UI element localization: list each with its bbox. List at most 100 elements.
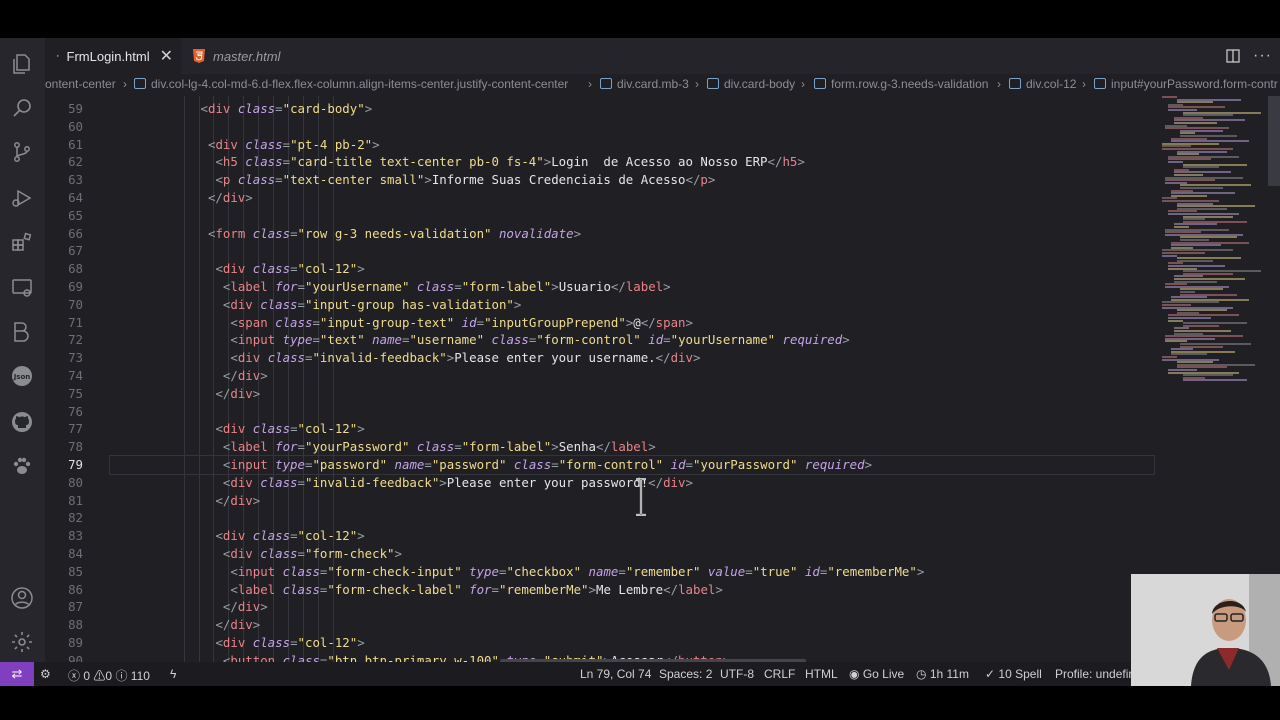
code-line[interactable]: 61 <div class="pt-4 pb-2"> [45,136,1155,154]
breadcrumb-item[interactable]: form.row.g-3.needs-validation [814,77,988,91]
go-live-button[interactable]: ◉ Go Live [849,667,904,681]
code-line[interactable]: 72 <input type="text" name="username" cla… [45,331,1155,349]
code-line[interactable]: 83 <div class="col-12"> [45,527,1155,545]
code-line[interactable]: 86 <label class="form-check-label" for="r… [45,581,1155,599]
code-line[interactable]: 62 <h5 class="card-title text-center pb-0… [45,153,1155,171]
line-number: 89 [68,635,83,650]
breadcrumb: ontent-center › div.col-lg-4.col-md-6.d-… [45,74,1280,96]
cursor-position[interactable]: Ln 79, Col 74 [580,667,651,681]
search-icon[interactable] [10,96,34,120]
warning-icon: ⚠ [93,669,106,683]
code-line[interactable]: 82 [45,509,1155,527]
code-line[interactable]: 73 <div class="invalid-feedback">Please e… [45,349,1155,367]
code-line[interactable]: 74 </div> [45,367,1155,385]
line-number: 83 [68,528,83,544]
run-debug-icon[interactable] [10,186,34,210]
tab-master[interactable]: master.html [181,38,301,74]
code-line[interactable]: 59 <div class="card-body"> [45,100,1155,118]
code-editor[interactable]: 59 <div class="card-body"> 60 61 <div class=… [45,96,1155,662]
code-line[interactable]: 78 <label for="yourPassword" class="form-… [45,438,1155,456]
line-number: 67 [68,243,83,259]
line-number: 85 [68,563,83,579]
line-number: 66 [68,225,83,241]
code-line[interactable]: 67 [45,242,1155,260]
explorer-icon[interactable] [10,52,34,76]
code-text: <div class="invalid-feedback">Please ent… [222,474,693,490]
source-control-icon[interactable] [10,140,34,164]
code-text: <div class="input-group has-validation"> [222,296,522,312]
breadcrumb-item[interactable]: div.col-lg-4.col-md-6.d-flex.flex-column… [134,77,568,91]
code-line[interactable]: 77 <div class="col-12"> [45,420,1155,438]
code-line[interactable]: 85 <input class="form-check-input" type="… [45,563,1155,581]
language-mode[interactable]: HTML [805,667,838,681]
more-actions-icon[interactable]: ··· [1253,47,1272,65]
chevron-right-icon: › [801,77,805,91]
indentation[interactable]: Spaces: 2 [659,667,712,681]
line-number: 72 [68,332,83,348]
extensions-icon[interactable] [10,230,34,254]
account-icon[interactable] [10,586,34,610]
code-line[interactable]: 80 <div class="invalid-feedback">Please e… [45,474,1155,492]
code-line[interactable]: 87 </div> [45,598,1155,616]
code-line[interactable]: 64 </div> [45,189,1155,207]
github-icon[interactable] [10,410,34,434]
code-line[interactable]: 70 <div class="input-group has-validation… [45,296,1155,314]
code-line[interactable]: 75 </div> [45,385,1155,403]
breadcrumb-item[interactable]: div.card.mb-3 [600,77,689,91]
settings-gear-icon[interactable] [10,630,34,654]
code-line[interactable]: 65 [45,207,1155,225]
error-icon: ⓧ [68,669,81,683]
minimap-line [1168,319,1183,322]
code-text: <div class="col-12"> [215,261,365,277]
code-line[interactable]: 89 <div class="col-12"> [45,634,1155,652]
chevron-right-icon: › [997,77,1001,91]
json-icon[interactable]: Json [10,364,34,388]
code-text: <input class="form-check-input" type="ch… [230,563,925,579]
close-icon[interactable]: ✕ [160,46,173,66]
sync-icon[interactable]: ⚙ [40,667,51,681]
encoding[interactable]: UTF-8 [720,667,754,681]
breadcrumb-item[interactable]: div.col-12 [1009,77,1076,91]
problems-indicator[interactable]: ⓧ 0 ⚠0 ⓘ 110 [68,667,150,684]
line-number: 88 [68,617,83,633]
paw-icon[interactable] [10,454,34,478]
time-tracker[interactable]: ◷ 1h 11m [916,667,969,681]
code-line[interactable]: 66 <form class="row g-3 needs-validation"… [45,225,1155,243]
lightning-icon[interactable]: ϟ [170,667,176,681]
code-line[interactable]: 79 <input type="password" name="password"… [45,455,1155,475]
text-cursor-icon [636,478,646,516]
breadcrumb-item[interactable]: ontent-center [45,77,116,91]
line-number: 71 [68,314,83,330]
code-text: <input type="text" name="username" class… [230,332,850,348]
code-line[interactable]: 88 </div> [45,616,1155,634]
code-line[interactable]: 71 <span class="input-group-text" id="inp… [45,314,1155,332]
code-line[interactable]: 60 [45,118,1155,136]
broadcast-icon: ◉ [849,667,860,681]
chevron-right-icon: › [123,77,127,91]
remote-explorer-icon[interactable] [10,276,34,300]
code-line[interactable]: 63 <p class="text-center small">Informe S… [45,171,1155,189]
code-line[interactable]: 68 <div class="col-12"> [45,260,1155,278]
code-line[interactable]: 84 <div class="form-check"> [45,545,1155,563]
code-line[interactable]: 76 [45,403,1155,421]
split-editor-icon[interactable] [1226,49,1240,63]
tab-label: FrmLogin.html [66,48,150,64]
breadcrumb-item[interactable]: div.card-body [707,77,795,91]
spell-checker[interactable]: ✓ 10 Spell [985,667,1042,681]
tab-frmlogin[interactable]: FrmLogin.html ✕ [45,38,181,74]
line-number: 73 [68,350,83,366]
code-text: </div> [215,617,261,633]
chevron-right-icon: › [1082,77,1086,91]
bootstrap-icon[interactable] [10,320,34,344]
end-of-line[interactable]: CRLF [764,667,795,681]
tab-label: master.html [213,48,281,64]
breadcrumb-item[interactable]: input#yourPassword.form-contr [1094,77,1278,91]
code-line[interactable]: 81 </div> [45,492,1155,510]
line-number: 61 [68,136,83,152]
code-text: <div class="invalid-feedback">Please ent… [230,350,701,366]
remote-indicator-icon[interactable]: ⇄ [0,662,34,686]
code-line[interactable]: 69 <label for="yourUsername" class="form-… [45,278,1155,296]
line-number: 63 [68,172,83,188]
profile-status[interactable]: Profile: undefin [1055,667,1135,681]
vertical-scrollbar[interactable] [1268,96,1280,186]
